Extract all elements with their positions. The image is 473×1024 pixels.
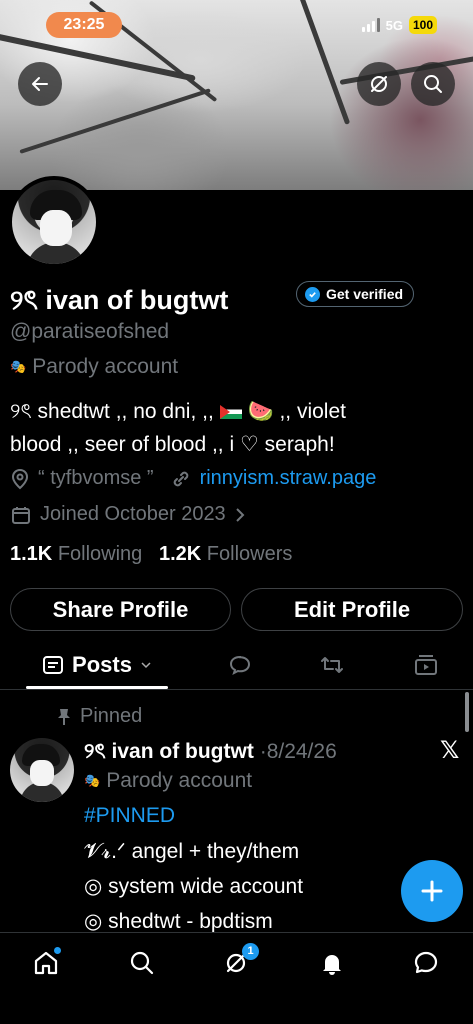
- followers-link[interactable]: 1.2K Followers: [159, 543, 292, 565]
- post-parody-text: Parody account: [106, 769, 253, 792]
- chevron-down-icon: [141, 662, 151, 669]
- parody-text: Parody account: [32, 355, 179, 378]
- calendar-icon: [12, 506, 30, 524]
- following-link[interactable]: 1.1K Following: [10, 543, 142, 565]
- repost-icon: [321, 657, 343, 673]
- profile-avatar[interactable]: [8, 176, 100, 268]
- status-indicators: 5G 100: [361, 16, 437, 34]
- bell-icon: [323, 955, 341, 975]
- tab-replies[interactable]: [218, 640, 262, 690]
- battery-indicator: 100: [408, 16, 437, 34]
- grok-badge: 1: [242, 943, 259, 960]
- scrollbar[interactable]: [465, 692, 469, 732]
- video-icon: [415, 655, 437, 675]
- share-profile-button[interactable]: Share Profile: [10, 588, 231, 631]
- verified-badge-icon: [305, 286, 320, 302]
- home-notification-dot: [54, 947, 61, 954]
- network-type: 5G: [385, 17, 403, 33]
- nav-notifications[interactable]: [302, 943, 362, 983]
- tab-reposts[interactable]: [310, 640, 354, 690]
- tab-active-indicator: [26, 686, 168, 689]
- location-icon: [11, 468, 29, 489]
- profile-meta-row: “ tyfbvomse ” rinnyism.straw.page: [10, 467, 376, 490]
- tab-media[interactable]: [404, 640, 448, 690]
- bio-text-1: ୨ৎ shedtwt ,, no dni, ,,: [10, 400, 220, 423]
- post-line-2: ◎ system wide account: [84, 875, 304, 898]
- edit-profile-button[interactable]: Edit Profile: [241, 588, 463, 631]
- tab-posts[interactable]: Posts: [26, 640, 168, 690]
- status-time: 23:25: [46, 12, 122, 38]
- pinned-label: Pinned: [56, 705, 142, 728]
- grok-icon: [371, 76, 387, 92]
- joined-text: Joined October 2023: [40, 503, 226, 525]
- joined-row[interactable]: Joined October 2023: [10, 503, 246, 526]
- nav-grok[interactable]: 1: [206, 943, 266, 983]
- post-line-1: 𝓥𝓻.ᐟ angel + they/them: [84, 840, 300, 863]
- post-header: ୨ৎ ivan of bugtwt ·8/24/26: [84, 740, 337, 763]
- grok-button[interactable]: [357, 62, 401, 106]
- get-verified-button[interactable]: Get verified: [296, 281, 415, 307]
- display-name: ୨ৎ ivan of bugtwt: [10, 285, 229, 315]
- parody-label: 🎭 Parody account: [10, 355, 178, 379]
- arrow-left-icon: [32, 77, 48, 91]
- bio-text-3: blood ,, seer of blood ,, i ♡ seraph!: [10, 433, 335, 456]
- search-button[interactable]: [411, 62, 455, 106]
- bottom-nav: 1: [0, 932, 473, 1024]
- palestine-flag-icon: [219, 405, 242, 420]
- follow-counts: 1.1K Following 1.2K Followers: [10, 543, 292, 566]
- mask-icon: 🎭: [10, 359, 27, 374]
- mask-icon: 🎭: [84, 773, 101, 788]
- nav-home[interactable]: [16, 943, 76, 983]
- message-icon: [414, 951, 438, 974]
- back-button[interactable]: [18, 62, 62, 106]
- pinned-text: Pinned: [80, 705, 143, 727]
- profile-handle: @paratiseofshed: [10, 320, 170, 343]
- profile-tabs: Posts: [0, 640, 473, 690]
- search-icon: [424, 75, 442, 93]
- chevron-right-icon: [235, 507, 245, 522]
- compose-button[interactable]: [401, 860, 463, 922]
- reply-icon: [229, 655, 251, 675]
- posts-icon: [43, 656, 64, 674]
- bio-text-2: 🍉 ,, violet: [247, 400, 346, 423]
- post-author-name[interactable]: ୨ৎ ivan of bugtwt: [84, 740, 254, 763]
- post-author-avatar[interactable]: [10, 738, 74, 802]
- search-icon: [130, 951, 154, 975]
- tab-posts-label: Posts: [72, 652, 132, 677]
- link-icon: [173, 471, 188, 486]
- plus-icon: [421, 880, 443, 902]
- profile-bio: ୨ৎ shedtwt ,, no dni, ,, 🍉 ,, violet blo…: [10, 395, 460, 461]
- get-verified-label: Get verified: [326, 286, 404, 302]
- post-date: 8/24/26: [266, 740, 337, 763]
- x-logo-icon: 𝕏: [440, 737, 460, 764]
- nav-search[interactable]: [112, 943, 172, 983]
- pin-icon: [58, 708, 70, 725]
- signal-icon: [361, 18, 380, 32]
- location-text: “ tyfbvomse ”: [38, 467, 154, 489]
- post-line-3: ◎ shedtwt - bpdtism: [84, 910, 273, 933]
- website-link[interactable]: rinnyism.straw.page: [200, 467, 377, 490]
- nav-messages[interactable]: [396, 943, 456, 983]
- post-parody-label: 🎭 Parody account: [84, 769, 252, 793]
- post-hashtag[interactable]: #PINNED: [84, 804, 175, 828]
